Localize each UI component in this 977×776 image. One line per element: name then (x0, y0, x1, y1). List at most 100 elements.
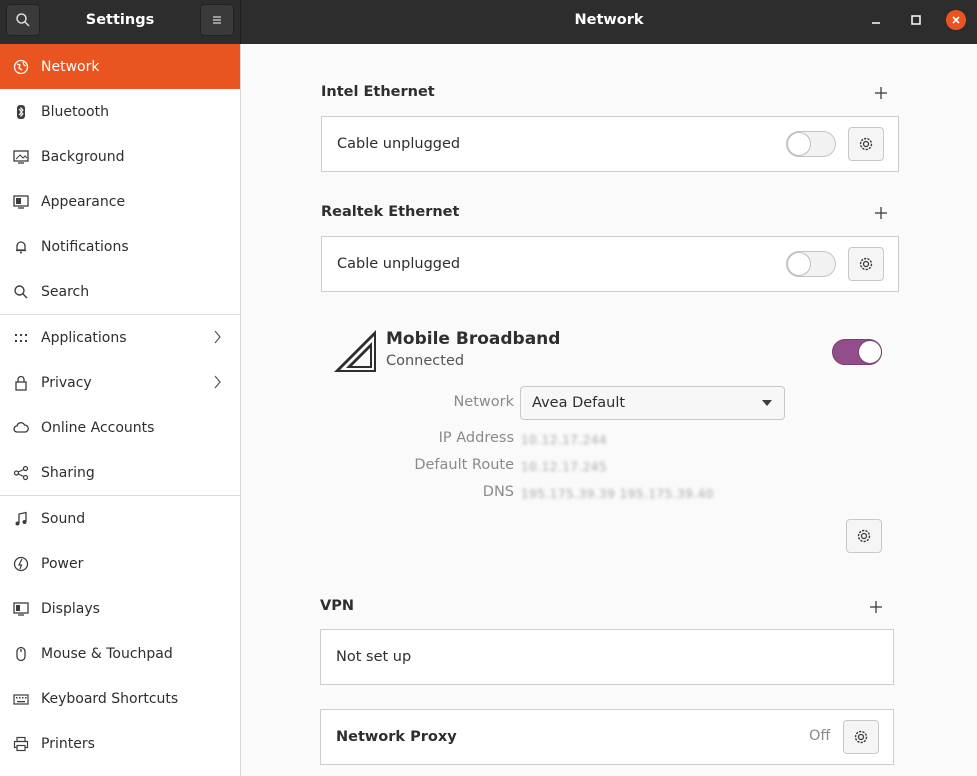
sidebar: Network Bluetooth Background Appearance … (0, 44, 241, 776)
sidebar-item-power[interactable]: Power (0, 541, 240, 586)
sidebar-item-label: Printers (41, 735, 95, 752)
intel-ethernet-card: Cable unplugged (321, 116, 899, 172)
sidebar-item-label: Mouse & Touchpad (41, 645, 173, 662)
search-button[interactable] (6, 4, 40, 36)
default-route-label: Default Route (414, 457, 514, 473)
maximize-icon (911, 15, 921, 25)
sidebar-item-label: Displays (41, 600, 100, 617)
sidebar-item-label: Background (41, 148, 125, 165)
toggle-knob (787, 252, 811, 276)
sidebar-item-label: Sound (41, 510, 86, 527)
appearance-icon (13, 194, 29, 210)
mobile-broadband-toggle[interactable] (832, 339, 882, 365)
intel-ethernet-status: Cable unplugged (337, 136, 461, 152)
network-panel: Intel Ethernet Cable unplugged Realtek E… (242, 44, 977, 776)
sidebar-title: Settings (85, 12, 155, 28)
sidebar-item-notifications[interactable]: Notifications (0, 224, 240, 269)
lock-icon (13, 375, 29, 391)
gear-icon (859, 257, 873, 271)
realtek-ethernet-card: Cable unplugged (321, 236, 899, 292)
add-realtek-connection-icon[interactable] (874, 206, 888, 220)
vpn-title: VPN (320, 598, 354, 614)
maximize-button[interactable] (906, 10, 926, 30)
sidebar-item-label: Appearance (41, 193, 126, 210)
sidebar-item-bluetooth[interactable]: Bluetooth (0, 89, 240, 134)
sidebar-item-label: Keyboard Shortcuts (41, 690, 179, 707)
mobile-broadband-settings-button[interactable] (846, 519, 882, 553)
ip-address-value: 10.12.17.244 (521, 433, 608, 447)
sidebar-item-applications[interactable]: Applications (0, 315, 240, 360)
display-icon (13, 601, 29, 617)
sidebar-item-sharing[interactable]: Sharing (0, 450, 240, 495)
ip-address-label: IP Address (438, 430, 514, 446)
vpn-status: Not set up (336, 649, 412, 665)
search-icon (13, 284, 29, 300)
vpn-card: Not set up (320, 629, 894, 685)
add-vpn-icon[interactable] (869, 600, 883, 614)
sidebar-item-label: Sharing (41, 464, 95, 481)
background-icon (13, 149, 29, 165)
gear-icon (859, 137, 873, 151)
gear-icon (857, 529, 871, 543)
realtek-ethernet-status: Cable unplugged (337, 256, 461, 272)
grid-icon (13, 330, 29, 346)
signal-strength-icon (334, 330, 376, 372)
network-proxy-label: Network Proxy (336, 729, 457, 745)
sidebar-item-mouse-touchpad[interactable]: Mouse & Touchpad (0, 631, 240, 676)
sidebar-item-sound[interactable]: Sound (0, 496, 240, 541)
intel-ethernet-title: Intel Ethernet (321, 84, 435, 100)
sidebar-item-label: Online Accounts (41, 419, 155, 436)
minimize-button[interactable] (866, 10, 886, 30)
add-intel-connection-icon[interactable] (874, 86, 888, 100)
network-label: Network (453, 394, 514, 410)
dropdown-arrow-icon (762, 400, 772, 406)
intel-ethernet-settings-button[interactable] (848, 127, 884, 161)
share-icon (13, 465, 29, 481)
keyboard-icon (13, 691, 29, 707)
bluetooth-icon (13, 104, 29, 120)
realtek-ethernet-title: Realtek Ethernet (321, 204, 460, 220)
dns-label: DNS (482, 484, 514, 500)
close-icon (952, 16, 960, 24)
power-icon (13, 556, 29, 572)
mobile-broadband-title: Mobile Broadband (386, 329, 561, 349)
default-route-value: 10.12.17.245 (521, 460, 608, 474)
sidebar-item-label: Privacy (41, 374, 92, 391)
toggle-knob (787, 132, 811, 156)
sidebar-header: Settings (0, 0, 241, 44)
sidebar-item-privacy[interactable]: Privacy (0, 360, 240, 405)
realtek-ethernet-toggle[interactable] (786, 251, 836, 277)
mouse-icon (13, 646, 29, 662)
bell-icon (13, 239, 29, 255)
sidebar-item-background[interactable]: Background (0, 134, 240, 179)
network-proxy-settings-button[interactable] (843, 720, 879, 754)
network-proxy-state: Off (809, 728, 831, 744)
mobile-broadband-status: Connected (386, 353, 465, 369)
gear-icon (854, 730, 868, 744)
dns-value: 195.175.39.39 195.175.39.40 (521, 487, 714, 501)
hamburger-menu-icon (213, 16, 221, 24)
sidebar-item-appearance[interactable]: Appearance (0, 179, 240, 224)
header-bar: Settings Network (0, 0, 977, 44)
sidebar-item-label: Search (41, 283, 90, 300)
sidebar-item-label: Notifications (41, 238, 129, 255)
menu-button[interactable] (200, 4, 234, 36)
chevron-right-icon (214, 330, 221, 344)
realtek-ethernet-settings-button[interactable] (848, 247, 884, 281)
sidebar-item-printers[interactable]: Printers (0, 721, 240, 766)
cloud-icon (13, 420, 29, 436)
printer-icon (13, 736, 29, 752)
sidebar-item-online-accounts[interactable]: Online Accounts (0, 405, 240, 450)
toggle-knob (858, 340, 882, 364)
intel-ethernet-toggle[interactable] (786, 131, 836, 157)
sidebar-item-keyboard-shortcuts[interactable]: Keyboard Shortcuts (0, 676, 240, 721)
network-provider-dropdown[interactable]: Avea Default (520, 386, 785, 420)
search-icon (16, 13, 30, 27)
sidebar-item-network[interactable]: Network (0, 44, 240, 89)
sidebar-item-search[interactable]: Search (0, 269, 240, 314)
close-button[interactable] (946, 10, 966, 30)
sidebar-item-label: Network (41, 58, 100, 75)
sidebar-item-displays[interactable]: Displays (0, 586, 240, 631)
minimize-icon (872, 22, 880, 24)
network-proxy-card[interactable]: Network Proxy Off (320, 709, 894, 765)
